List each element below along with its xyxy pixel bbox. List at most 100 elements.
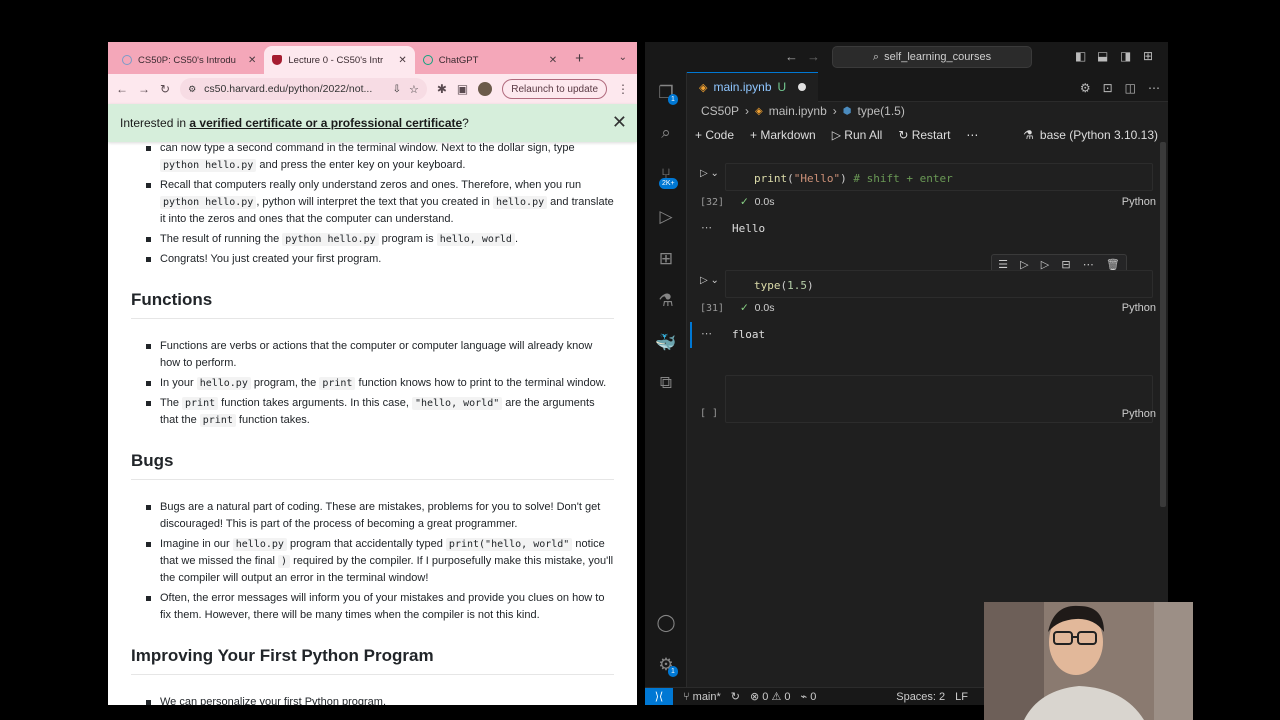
cell-editor[interactable] [725,375,1153,423]
extensions-badge: 2K+ [659,178,678,189]
editor-scrollbar[interactable] [1160,142,1166,507]
ports-indicator[interactable]: ⌁ 0 [801,690,817,703]
back-icon[interactable]: ← [116,82,128,96]
testing-icon[interactable]: ⚗ [655,290,677,312]
kernel-icon: ⚗ [1023,128,1034,142]
site-info-icon[interactable]: ⚙ [188,84,196,95]
split-cell-icon[interactable]: ⊟ [1061,258,1070,271]
add-code-cell-button[interactable]: + Code [695,128,734,142]
run-cell-icon[interactable]: ▷ ⌄ [700,275,719,286]
output-more-icon[interactable]: ⋯ [701,221,712,234]
split-editor-icon[interactable]: ◫ [1125,81,1136,95]
browser-tab-cs50p[interactable]: CS50P: CS50's Introdu ✕ [114,46,264,74]
extensions-icon[interactable]: ✱ [437,82,447,96]
cell-language[interactable]: Python [1122,408,1156,420]
settings-gear-icon[interactable]: ⚙ 1 [655,654,678,677]
settings-badge: 1 [668,666,678,677]
accounts-icon[interactable]: ◯ [655,612,677,634]
list-item: The print function takes arguments. In t… [131,395,614,429]
source-control-icon[interactable]: ⑂ 2K+ [655,164,678,189]
install-icon[interactable]: ⇩ [393,84,401,95]
restart-kernel-button[interactable]: ↻ Restart [898,128,950,142]
empty-code-cell[interactable] [725,375,1153,423]
relaunch-button[interactable]: Relaunch to update [502,79,607,99]
tab-title: ChatGPT [438,54,479,66]
presenter-video [984,602,1193,720]
nav-forward-icon[interactable]: → [807,49,820,64]
toggle-panel-icon[interactable]: ⬓ [1097,49,1108,63]
toggle-sidebar-icon[interactable]: ◧ [1075,49,1086,63]
explorer-badge: 1 [668,94,678,105]
indentation-indicator[interactable]: Spaces: 2 [896,691,945,703]
certificate-banner: Interested in a verified certificate or … [108,104,637,142]
close-tab-icon[interactable]: ✕ [248,55,256,66]
address-bar[interactable]: ⚙ cs50.harvard.edu/python/2022/not... ⇩ … [180,78,427,100]
toggle-secondary-sidebar-icon[interactable]: ◨ [1120,49,1131,63]
sidepanel-icon[interactable]: ▣ [457,82,468,96]
list-item: Recall that computers really only unders… [131,177,614,228]
breadcrumb-folder[interactable]: CS50P [701,104,739,118]
python-icon: ⬢ [842,105,852,117]
explorer-icon[interactable]: ❐ 1 [655,82,678,105]
tab-search-icon[interactable]: ⌄ [619,52,627,63]
extensions-icon[interactable]: ⊞ [655,248,677,270]
close-tab-icon[interactable]: ✕ [398,55,406,66]
execute-above-icon[interactable]: ▷ [1020,258,1028,271]
command-center-search[interactable]: ⌕ self_learning_courses [832,46,1032,68]
remote-indicator-icon[interactable]: ⟩⟨ [645,687,673,705]
certificate-link[interactable]: a verified certificate or a professional… [189,116,462,130]
reload-icon[interactable]: ↻ [160,82,170,96]
kernel-picker[interactable]: ⚗ base (Python 3.10.13) [1023,128,1158,142]
problems-indicator[interactable]: ⊗ 0 ⚠ 0 [750,690,791,703]
variables-icon[interactable]: ⊡ [1103,81,1113,95]
breadcrumb-file[interactable]: main.ipynb [769,104,827,118]
docker-icon[interactable]: 🐳 [655,332,677,354]
browser-tab-chatgpt[interactable]: ChatGPT ✕ [415,46,565,74]
remote-explorer-icon[interactable]: ⧉ [655,372,677,394]
run-all-button[interactable]: ▷ Run All [832,128,883,142]
add-markdown-cell-button[interactable]: + Markdown [750,128,816,142]
search-icon[interactable]: ⌕ [655,122,677,144]
notebook-file-icon: ◈ [699,81,708,94]
run-debug-icon[interactable]: ▷ [655,206,677,228]
list-item: Often, the error messages will inform yo… [131,590,614,624]
cell-language[interactable]: Python [1122,302,1156,314]
more-actions-icon[interactable]: ⋯ [1148,81,1160,95]
breadcrumb-cell[interactable]: type(1.5) [858,104,905,118]
tab-label: main.ipynb [713,80,772,94]
notebook-toolbar: + Code + Markdown ▷ Run All ↻ Restart ⋯ … [695,124,1158,146]
notebook-more-icon[interactable]: ⋯ [966,128,978,142]
cell-editor[interactable]: print("Hello") # shift + enter [725,163,1153,191]
run-by-line-icon[interactable]: ☰ [998,258,1008,271]
bookmark-star-icon[interactable]: ☆ [409,83,419,96]
kernel-label: base (Python 3.10.13) [1039,128,1158,142]
profile-avatar[interactable] [478,82,493,96]
new-tab-button[interactable]: + [575,50,584,67]
menu-kebab-icon[interactable]: ⋮ [617,82,629,96]
output-more-icon[interactable]: ⋯ [701,327,712,340]
globe-icon [122,55,132,65]
code-cell[interactable]: type(1.5) [725,270,1153,298]
code-cell[interactable]: print("Hello") # shift + enter [725,163,1153,191]
chevron-right-icon: › [745,104,750,118]
nav-back-icon[interactable]: ← [785,49,798,64]
eol-indicator[interactable]: LF [955,691,968,703]
unsaved-dot-icon[interactable] [798,83,807,91]
execution-count: [ ] [700,408,719,419]
execute-below-icon[interactable]: ▷ [1041,258,1049,271]
sync-icon[interactable]: ↻ [731,690,740,703]
close-tab-icon[interactable]: ✕ [549,55,557,66]
tab-main-ipynb[interactable]: ◈ main.ipynb U [687,71,819,102]
more-icon[interactable]: ⋯ [1083,258,1094,271]
close-icon[interactable]: ✕ [612,112,627,133]
forward-icon[interactable]: → [138,82,150,96]
branch-indicator[interactable]: ⑂ main* [683,691,721,703]
gear-icon[interactable]: ⚙ [1080,81,1091,95]
delete-cell-icon[interactable]: 🗑 [1106,258,1120,271]
cell-editor[interactable]: type(1.5) [725,270,1153,298]
customize-layout-icon[interactable]: ⊞ [1143,49,1153,63]
browser-tab-lecture0[interactable]: Lecture 0 - CS50's Intr ✕ [264,46,415,74]
cell-language[interactable]: Python [1122,196,1156,208]
browser-window: CS50P: CS50's Introdu ✕ Lecture 0 - CS50… [108,42,637,705]
run-cell-icon[interactable]: ▷ ⌄ [700,168,719,179]
